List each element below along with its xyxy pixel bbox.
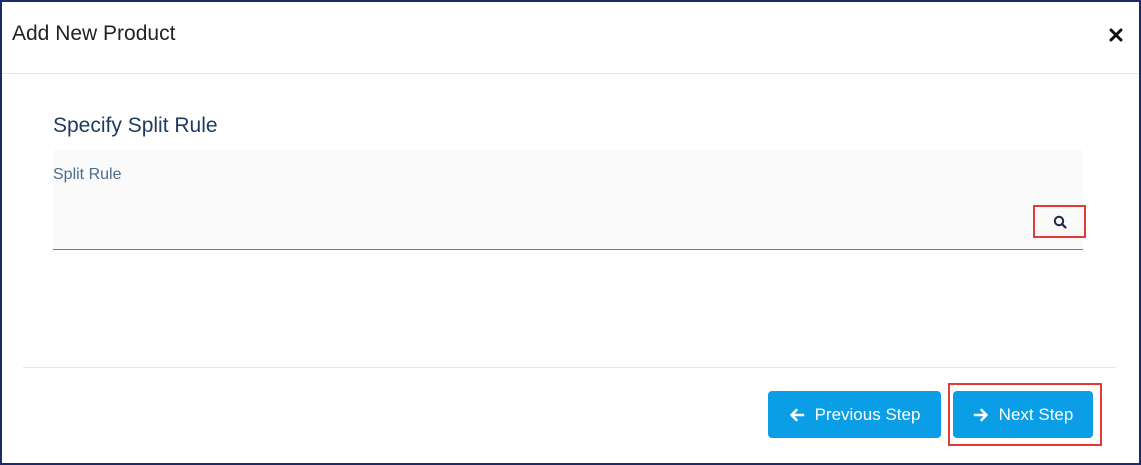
arrow-left-icon	[789, 407, 805, 423]
search-button[interactable]	[1033, 205, 1086, 238]
footer-divider	[23, 367, 1116, 368]
arrow-right-icon	[973, 407, 989, 423]
previous-step-button[interactable]: Previous Step	[768, 391, 941, 438]
split-rule-input[interactable]	[53, 200, 1027, 238]
add-product-modal: Add New Product Specify Split Rule Split…	[0, 0, 1141, 465]
search-icon	[1053, 215, 1067, 229]
split-rule-label: Split Rule	[53, 166, 122, 183]
close-icon[interactable]	[1107, 26, 1125, 44]
next-step-label: Next Step	[998, 404, 1074, 424]
section-title: Specify Split Rule	[53, 114, 218, 137]
next-step-button[interactable]: Next Step	[953, 391, 1093, 438]
modal-title: Add New Product	[12, 22, 176, 45]
modal-header: Add New Product	[2, 2, 1139, 74]
split-rule-field: Split Rule	[53, 150, 1086, 250]
previous-step-label: Previous Step	[814, 404, 921, 424]
